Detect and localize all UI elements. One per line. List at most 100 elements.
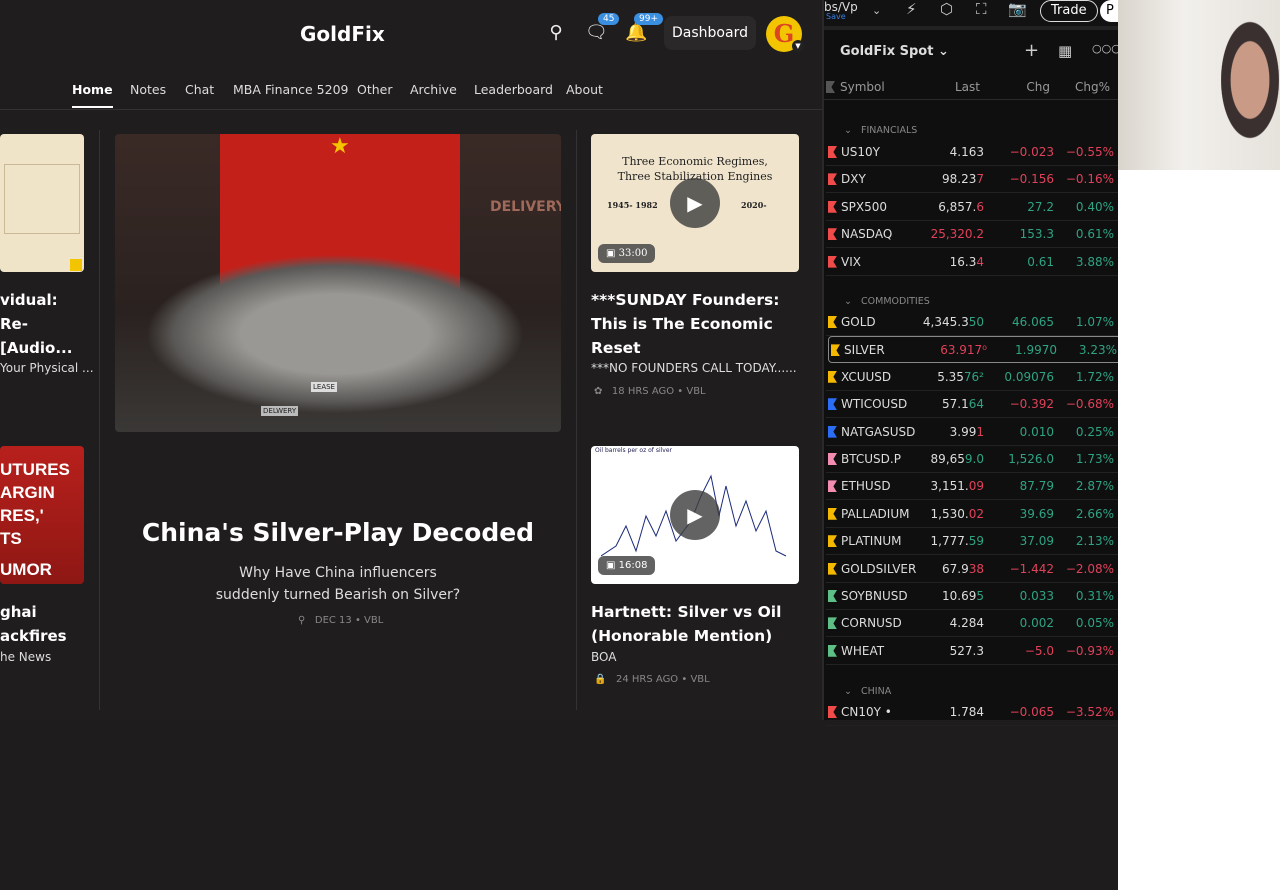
watchlist-row[interactable]: BTCUSD.P 89,659.0 1,526.0 1.73%: [826, 446, 1120, 473]
last-price: 3,151.09: [930, 479, 984, 494]
nav-about[interactable]: About: [566, 82, 603, 97]
play-icon[interactable]: ▶: [670, 490, 720, 540]
save-link[interactable]: Save: [826, 12, 846, 21]
post-thumbnail[interactable]: UTURES ARGIN RES,' TS UMOR: [0, 446, 84, 584]
flag-icon[interactable]: [828, 507, 837, 520]
watchlist-row[interactable]: SPX500 6,857.6 27.2 0.40%: [826, 194, 1120, 221]
add-symbol-icon[interactable]: +: [1024, 40, 1039, 61]
flag-icon[interactable]: [828, 398, 837, 411]
fullscreen-icon[interactable]: ⛶: [976, 0, 987, 18]
flag-icon[interactable]: [828, 562, 837, 575]
post-title[interactable]: ***SUNDAY Founders: This is The Economic R…: [591, 288, 779, 360]
camera-icon[interactable]: 📷: [1008, 0, 1027, 18]
watchlist-row[interactable]: PALLADIUM 1,530.02 39.69 2.66%: [826, 501, 1120, 528]
last-price: 16.34: [949, 254, 984, 269]
watchlist-row[interactable]: WHEAT 527.3 −5.0 −0.93%: [826, 638, 1120, 665]
watchlist-row[interactable]: NASDAQ 25,320.2 153.3 0.61%: [826, 221, 1120, 249]
chevron-down-icon[interactable]: ⌄: [872, 4, 881, 17]
search-icon[interactable]: ⚲: [545, 22, 567, 44]
post-meta: ✿ 18 HRS AGO • VBL: [594, 386, 706, 397]
watchlist-row[interactable]: VIX 16.34 0.61 3.88%: [826, 249, 1120, 276]
col-last[interactable]: Last: [955, 80, 980, 94]
last-price: 57.164: [942, 397, 984, 412]
nav-other[interactable]: Other: [357, 82, 393, 97]
settings-icon[interactable]: ⬡: [940, 0, 953, 18]
change: 1,526.0: [1008, 452, 1054, 466]
nav-chat[interactable]: Chat: [185, 82, 214, 97]
bell-icon[interactable]: 🔔: [625, 22, 647, 44]
watchlist-row[interactable]: CN10Y • 1.784 −0.065 −3.52%: [826, 699, 1120, 726]
watchlist-row[interactable]: US10Y 4.163 −0.023 −0.55%: [826, 139, 1120, 166]
col-symbol[interactable]: Symbol: [840, 80, 885, 94]
watchlist-row[interactable]: GOLD 4,345.350 46.065 1.07%: [826, 309, 1120, 336]
symbol: WHEAT: [841, 643, 885, 658]
avatar-caret-icon[interactable]: ▼: [792, 40, 804, 52]
watchlist-row[interactable]: GOLDSILVER 67.938 −1.442 −2.08%: [826, 556, 1120, 583]
nav-archive[interactable]: Archive: [410, 82, 457, 97]
change-percent: 3.88%: [1075, 254, 1114, 269]
flag-icon[interactable]: [828, 228, 837, 241]
post-title[interactable]: vidual: Re- [Audio...: [0, 288, 72, 360]
watchlist-row[interactable]: NATGASUSD 3.991 0.010 0.25%: [826, 419, 1120, 446]
video-thumbnail[interactable]: Three Economic Regimes, Three Stabilizati…: [591, 134, 799, 272]
alert-icon[interactable]: ⚡: [906, 0, 917, 18]
watchlist-title[interactable]: GoldFix Spot ⌄: [840, 44, 949, 59]
chat-icon[interactable]: 🗨: [585, 22, 608, 44]
flag-icon[interactable]: [828, 590, 837, 602]
flag-icon[interactable]: [828, 200, 837, 213]
dashboard-button[interactable]: Dashboard: [664, 16, 756, 50]
feature-thumbnail[interactable]: ★ DELIVERY LEASE DELWERY: [115, 134, 561, 432]
feature-subtitle: Why Have China influencers suddenly turne…: [215, 565, 461, 603]
watchlist-row[interactable]: WTICOUSD 57.164 −0.392 −0.68%: [826, 391, 1120, 419]
post-meta: 🔒 24 HRS AGO • VBL: [594, 674, 710, 685]
video-thumbnail[interactable]: Oil barrels per oz of silver ▶ ▣ 16:08: [591, 446, 799, 584]
change: 87.79: [1019, 479, 1054, 494]
goldfix-site: GoldFix ⚲ 🗨 45 🔔 99+ Dashboard G ▼ Home …: [0, 0, 822, 720]
watchlist-row[interactable]: CORNUSD 4.284 0.002 0.05%: [826, 610, 1120, 638]
watchlist-row[interactable]: PLATINUM 1,777.59 37.09 2.13%: [826, 528, 1120, 556]
trade-button[interactable]: Trade: [1040, 0, 1098, 22]
post-thumbnail[interactable]: [0, 134, 84, 272]
section-header[interactable]: ⌄ FINANCIALS: [844, 125, 917, 136]
flag-icon[interactable]: [828, 316, 837, 328]
flag-icon[interactable]: [828, 644, 837, 657]
site-brand[interactable]: GoldFix: [300, 22, 385, 46]
columns-icon[interactable]: ▦: [1058, 42, 1072, 60]
more-icon[interactable]: ○○○: [1092, 42, 1121, 55]
flag-icon[interactable]: [828, 173, 837, 186]
flag-icon[interactable]: [828, 480, 837, 493]
change-percent: 2.13%: [1075, 534, 1114, 549]
watchlist-row[interactable]: DXY 98.237 −0.156 −0.16%: [826, 166, 1120, 194]
watchlist-row[interactable]: SILVER 63.917⁰ 1.9970 3.23%: [828, 336, 1124, 364]
watchlist-row[interactable]: ETHUSD 3,151.09 87.79 2.87%: [826, 473, 1120, 501]
watchlist-row[interactable]: SOYBNUSD 10.695 0.033 0.31%: [826, 583, 1120, 610]
webcam-person: [1205, 20, 1280, 170]
col-chg-pct[interactable]: Chg%: [1075, 80, 1110, 94]
section-header[interactable]: ⌄ COMMODITIES: [844, 296, 930, 307]
col-chg[interactable]: Chg: [1026, 80, 1050, 94]
flag-icon[interactable]: [828, 535, 837, 548]
nav-leaderboard[interactable]: Leaderboard: [474, 82, 553, 97]
flag-icon[interactable]: [831, 344, 840, 357]
nav-mba[interactable]: MBA Finance 5209: [233, 82, 349, 97]
flag-icon[interactable]: [828, 255, 837, 268]
play-icon[interactable]: ▶: [670, 178, 720, 228]
post-title[interactable]: Hartnett: Silver vs Oil (Honorable Mentio…: [591, 600, 781, 648]
section-header[interactable]: ⌄ CHINA: [844, 686, 891, 697]
nav-home[interactable]: Home: [72, 82, 113, 108]
post-title[interactable]: ghai ackfires: [0, 600, 67, 648]
flag-icon[interactable]: [828, 425, 837, 438]
nav-notes[interactable]: Notes: [130, 82, 166, 97]
flag-icon[interactable]: [828, 706, 837, 718]
feature-title[interactable]: China's Silver-Play Decoded: [115, 518, 561, 547]
flag-icon[interactable]: [828, 617, 837, 630]
change: 0.61: [1027, 254, 1054, 269]
video-duration: ▣ 33:00: [598, 244, 656, 263]
flag-icon[interactable]: [828, 146, 837, 158]
flag-icon[interactable]: [828, 370, 837, 383]
flag-icon[interactable]: [828, 453, 837, 465]
flag-column-icon[interactable]: [826, 81, 835, 93]
last-price: 4.284: [949, 616, 984, 631]
watchlist-row[interactable]: XCUUSD 5.3576² 0.09076 1.72%: [826, 364, 1120, 391]
post-subtitle: Your Physical ...: [0, 361, 94, 375]
